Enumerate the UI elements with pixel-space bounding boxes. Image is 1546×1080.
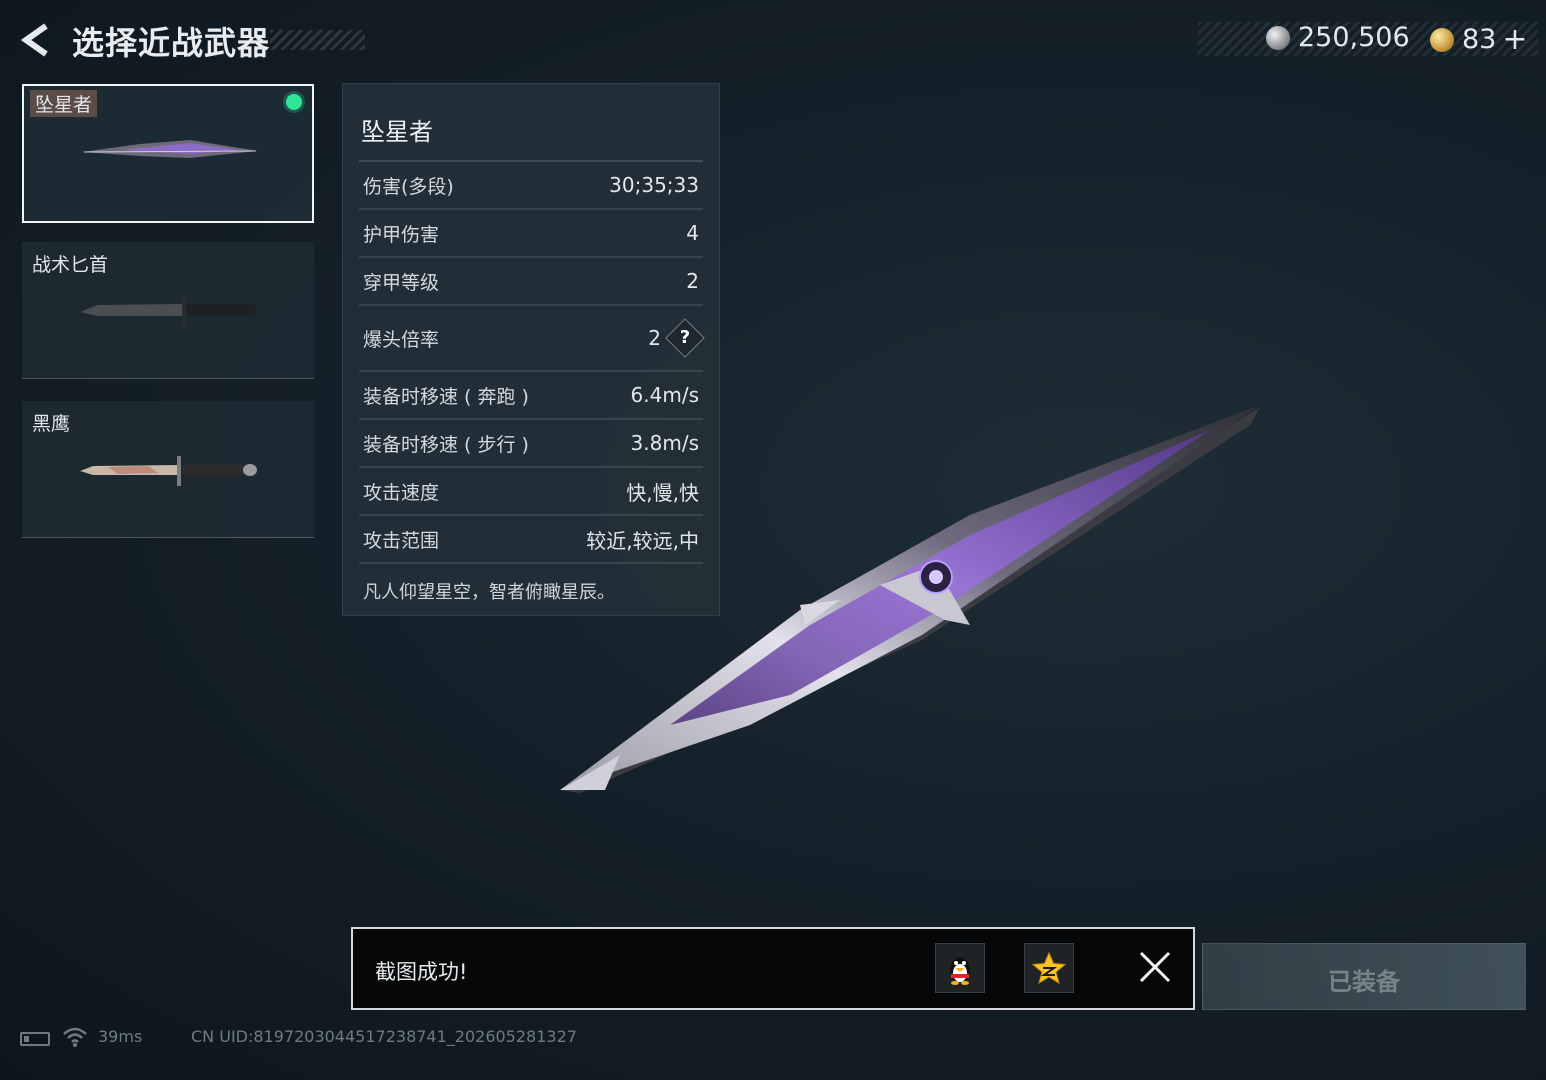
- wifi-icon: [63, 1027, 87, 1047]
- stat-value: 2: [648, 326, 661, 350]
- gold-currency[interactable]: 83 +: [1430, 22, 1528, 57]
- close-icon[interactable]: [1137, 949, 1173, 985]
- qq-penguin-icon: [950, 957, 970, 985]
- silver-amount: 250,506: [1298, 22, 1410, 53]
- weapon-name: 战术匕首: [32, 254, 109, 276]
- add-currency-button[interactable]: +: [1502, 22, 1527, 57]
- stat-value: 2: [686, 269, 699, 293]
- weapon-preview-model: [560, 405, 1260, 793]
- stat-label: 伤害(多段): [363, 175, 454, 198]
- equipped-indicator-icon: [286, 94, 302, 110]
- gold-amount: 83: [1462, 24, 1497, 55]
- gold-coin-icon: [1430, 27, 1454, 52]
- back-button[interactable]: [16, 20, 56, 60]
- page-title: 选择近战武器: [72, 24, 271, 62]
- ping-text: 39ms: [98, 1027, 143, 1046]
- help-icon[interactable]: ?: [665, 318, 705, 358]
- stat-row-penetration: 穿甲等级 2: [359, 258, 703, 306]
- stat-label: 装备时移速 ( 步行 ): [363, 433, 529, 456]
- chevron-left-icon: [20, 23, 48, 57]
- share-qq-button[interactable]: [935, 943, 985, 993]
- share-qzone-button[interactable]: [1024, 943, 1074, 993]
- battery-icon: [20, 1032, 50, 1046]
- weapon-card-starfall[interactable]: 坠星者: [22, 84, 314, 223]
- weapon-card-tactical-dagger[interactable]: 战术匕首: [22, 242, 314, 379]
- weapon-name: 坠星者: [30, 90, 98, 117]
- toast-message: 截图成功!: [375, 960, 468, 984]
- starfall-knife-icon: [82, 140, 258, 158]
- stat-value: 4: [686, 221, 699, 245]
- stats-weapon-name: 坠星者: [361, 118, 433, 146]
- stat-value: 30;35;33: [609, 173, 699, 197]
- stat-row-headshot: 爆头倍率 2 ?: [359, 306, 705, 372]
- stat-label: 攻击范围: [363, 529, 440, 552]
- weapon-card-black-hawk[interactable]: 黑鹰: [22, 401, 314, 538]
- title-decoration: [270, 30, 365, 50]
- stat-value-wrap: 2 ?: [648, 318, 705, 358]
- stat-label: 装备时移速 ( 奔跑 ): [363, 385, 529, 408]
- weapon-name: 黑鹰: [32, 413, 71, 435]
- stat-label: 爆头倍率: [363, 328, 440, 351]
- tactical-dagger-icon: [80, 298, 256, 326]
- qzone-star-icon: [1031, 951, 1067, 985]
- equipped-label: 已装备: [1328, 968, 1400, 996]
- black-hawk-knife-icon: [80, 456, 257, 486]
- stat-row-armor-damage: 护甲伤害 4: [359, 210, 703, 258]
- silver-currency: 250,506: [1266, 22, 1410, 53]
- stat-label: 穿甲等级: [363, 271, 440, 294]
- silver-coin-icon: [1266, 25, 1290, 50]
- stat-label: 攻击速度: [363, 481, 440, 504]
- stat-label: 护甲伤害: [363, 223, 440, 246]
- uid-text: CN UID:8197203044517238741_202605281327: [191, 1027, 577, 1046]
- screenshot-toast: 截图成功!: [351, 927, 1195, 1010]
- stat-row-damage: 伤害(多段) 30;35;33: [359, 162, 703, 210]
- equipped-button[interactable]: 已装备: [1202, 943, 1526, 1010]
